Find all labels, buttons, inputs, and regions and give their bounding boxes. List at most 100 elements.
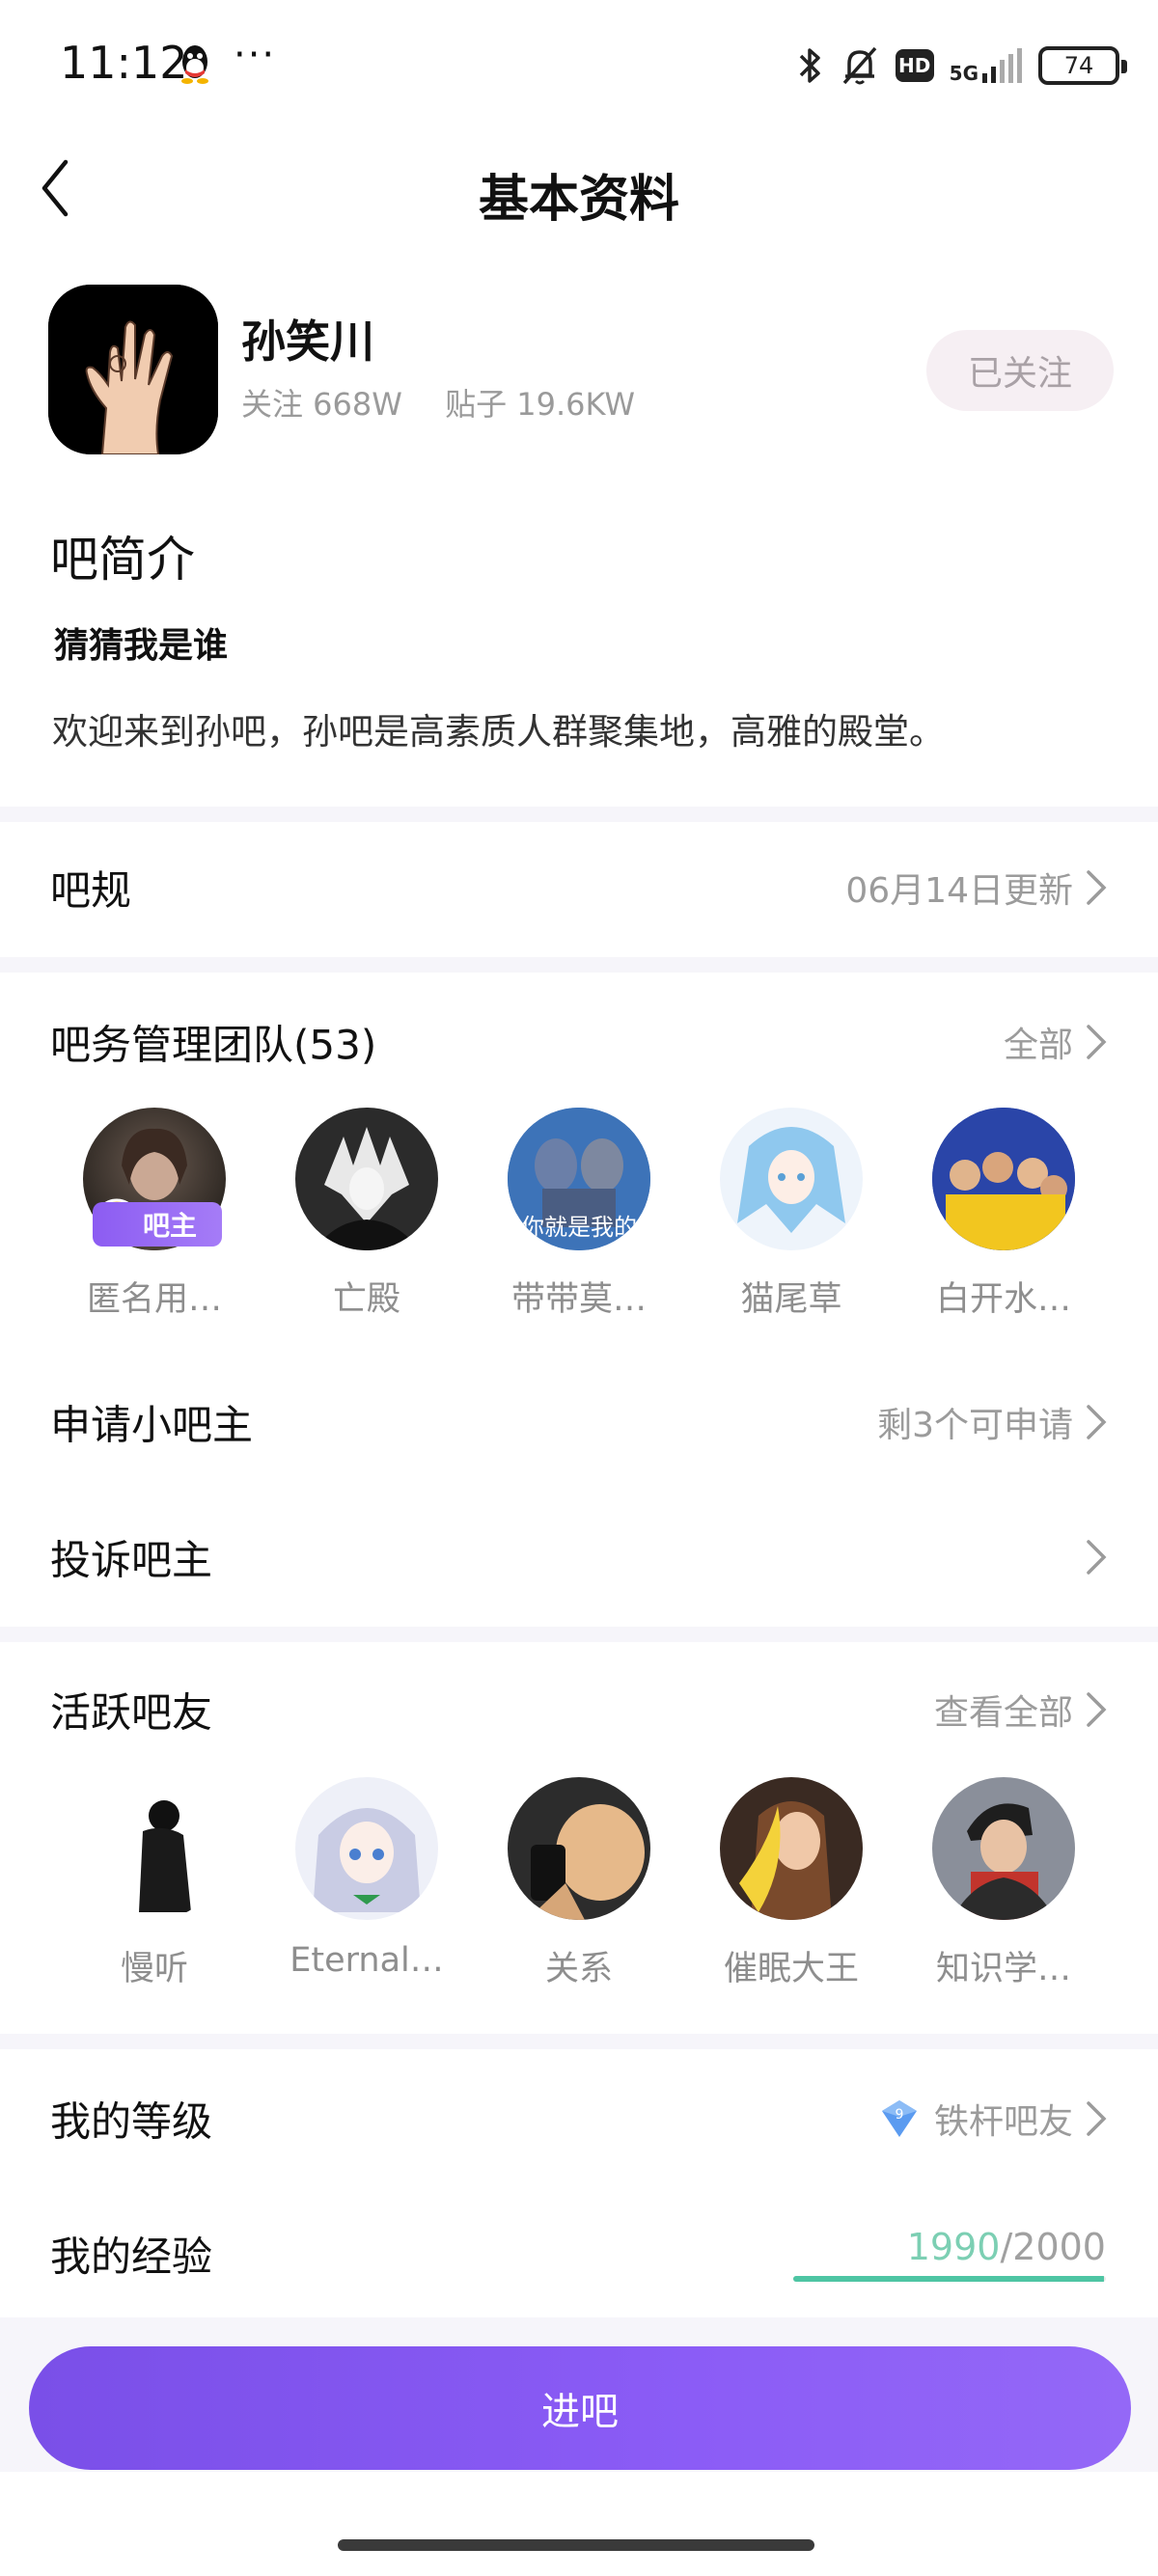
- intro-text: 欢迎来到孙吧，孙吧是高素质人群聚集地，高雅的殿堂。: [52, 711, 945, 753]
- team-member[interactable]: 猫尾草: [695, 1108, 888, 1321]
- chevron-right-icon: [1087, 1405, 1107, 1439]
- avatar: [932, 1108, 1075, 1250]
- exp-label: 我的经验: [50, 2233, 213, 2281]
- exp-value: 1990/2000: [793, 2226, 1106, 2268]
- avatar: [295, 1108, 438, 1250]
- active-label: 活跃吧友: [50, 1688, 213, 1737]
- signal-group: 5G: [950, 48, 1023, 83]
- avatar: [720, 1777, 863, 1920]
- member-photo: [737, 1127, 845, 1233]
- bluetooth-icon: [799, 48, 820, 83]
- exp-separator: /: [1000, 2226, 1013, 2268]
- post-count: 贴子 19.6KW: [445, 386, 635, 423]
- exp-current: 1990: [906, 2226, 1001, 2268]
- exp-max: 2000: [1012, 2226, 1106, 2268]
- active-member[interactable]: 关系: [482, 1777, 676, 1990]
- member-name: 关系: [544, 1950, 613, 1988]
- team-avatars: 吧主 匿名用… 亡殿 你就是我的 带带莫… 猫尾草 白开水…: [0, 1108, 1158, 1329]
- divider: [0, 1627, 1158, 1642]
- my-exp-row: 我的经验 1990/2000: [0, 2196, 1158, 2312]
- team-member[interactable]: 你就是我的 带带莫…: [482, 1108, 676, 1321]
- active-avatars: 慢听 Eternal… 关系 催眠大王 知识学…: [0, 1777, 1158, 1999]
- gem-number: 9: [896, 2107, 904, 2123]
- member-photo: [313, 1808, 421, 1912]
- hand-gesture-image: [48, 285, 218, 454]
- exp-bar-fill: [793, 2276, 1105, 2282]
- team-label: 吧务管理团队(53): [50, 1021, 377, 1069]
- active-member[interactable]: 慢听: [58, 1777, 251, 1990]
- avatar-overlay-text: 你就是我的: [521, 1214, 637, 1241]
- avatar: [508, 1777, 650, 1920]
- member-name: Eternal…: [290, 1941, 444, 1980]
- divider: [0, 807, 1158, 822]
- followed-button[interactable]: 已关注: [926, 330, 1114, 411]
- active-member[interactable]: Eternal…: [270, 1777, 463, 1980]
- forum-profile-page: 11:12 ··· HD 5G 74 基本资料 孙笑川 关注 668W 贴子 1…: [0, 0, 1158, 2576]
- avatar: [83, 1777, 226, 1920]
- divider: [0, 2034, 1158, 2049]
- forum-avatar: [48, 285, 218, 454]
- owner-badge: 吧主: [93, 1202, 222, 1247]
- home-indicator[interactable]: [338, 2539, 814, 2551]
- member-name: 匿名用…: [86, 1280, 222, 1319]
- active-view-all: 查看全部: [933, 1693, 1073, 1733]
- team-member[interactable]: 白开水…: [907, 1108, 1100, 1321]
- chevron-right-icon: [1087, 1540, 1107, 1575]
- app-header: 基本资料: [0, 135, 1158, 241]
- forum-name: 孙笑川: [241, 315, 374, 368]
- enter-forum-button[interactable]: 进吧: [29, 2346, 1131, 2470]
- forum-stats: 关注 668W 贴子 19.6KW: [241, 380, 668, 425]
- chevron-right-icon: [1087, 2101, 1107, 2136]
- chevron-right-icon: [1087, 870, 1107, 905]
- avatar: [932, 1777, 1075, 1920]
- my-level-row[interactable]: 我的等级 9 铁杆吧友: [0, 2061, 1158, 2177]
- status-bar: 11:12 ··· HD 5G 74: [0, 0, 1158, 135]
- exp-bar: [793, 2276, 1106, 2282]
- signal-icon: [982, 48, 1022, 83]
- rules-label: 吧规: [50, 866, 132, 915]
- team-member[interactable]: 亡殿: [270, 1108, 463, 1321]
- page-title: 基本资料: [478, 171, 679, 229]
- member-photo: [139, 1800, 191, 1912]
- level-value: 铁杆吧友: [933, 2102, 1073, 2142]
- bottom-bar: 进吧: [0, 2317, 1158, 2472]
- hd-icon: HD: [895, 49, 934, 82]
- complain-admin-row[interactable]: 投诉吧主: [0, 1499, 1158, 1615]
- apply-sub-admin-row[interactable]: 申请小吧主 剩3个可申请: [0, 1364, 1158, 1480]
- chevron-right-icon: [1087, 1025, 1107, 1059]
- member-name: 慢听: [120, 1950, 188, 1988]
- level-meta: 9 铁杆吧友: [878, 2094, 1073, 2144]
- status-time: 11:12: [60, 37, 188, 89]
- member-name: 亡殿: [332, 1280, 400, 1319]
- management-team-row[interactable]: 吧务管理团队(53) 全部: [0, 984, 1158, 1100]
- forum-info: 孙笑川 关注 668W 贴子 19.6KW 已关注: [0, 280, 1158, 463]
- apply-label: 申请小吧主: [50, 1401, 254, 1449]
- member-name: 催眠大王: [723, 1950, 859, 1988]
- intro-heading: 吧简介: [50, 532, 195, 588]
- active-members-row[interactable]: 活跃吧友 查看全部: [0, 1652, 1158, 1768]
- member-photo: [951, 1803, 1056, 1920]
- team-member[interactable]: 吧主 匿名用…: [58, 1108, 251, 1321]
- battery-icon: 74: [1038, 46, 1127, 85]
- status-icons: HD 5G 74: [797, 39, 1127, 93]
- rules-updated: 06月14日更新: [845, 871, 1073, 911]
- avatar: [720, 1108, 863, 1250]
- divider: [0, 957, 1158, 973]
- forum-rules-row[interactable]: 吧规 06月14日更新: [0, 830, 1158, 945]
- chevron-right-icon: [1087, 1692, 1107, 1727]
- intro-subtitle: 猜猜我是谁: [54, 626, 229, 666]
- mute-bell-icon: [842, 46, 876, 85]
- member-name: 白开水…: [935, 1280, 1071, 1319]
- avatar: [295, 1777, 438, 1920]
- battery-level: 74: [1063, 52, 1094, 79]
- level-label: 我的等级: [50, 2097, 213, 2146]
- network-label: 5G: [949, 62, 979, 85]
- qq-icon: [181, 45, 208, 84]
- team-view-all: 全部: [1003, 1026, 1073, 1065]
- active-member[interactable]: 催眠大王: [695, 1777, 888, 1990]
- exp-progress: 1990/2000: [793, 2226, 1106, 2282]
- active-member[interactable]: 知识学…: [907, 1777, 1100, 1990]
- member-name: 猫尾草: [740, 1280, 842, 1319]
- member-name: 带带莫…: [510, 1280, 647, 1319]
- more-dots-icon: ···: [234, 33, 277, 77]
